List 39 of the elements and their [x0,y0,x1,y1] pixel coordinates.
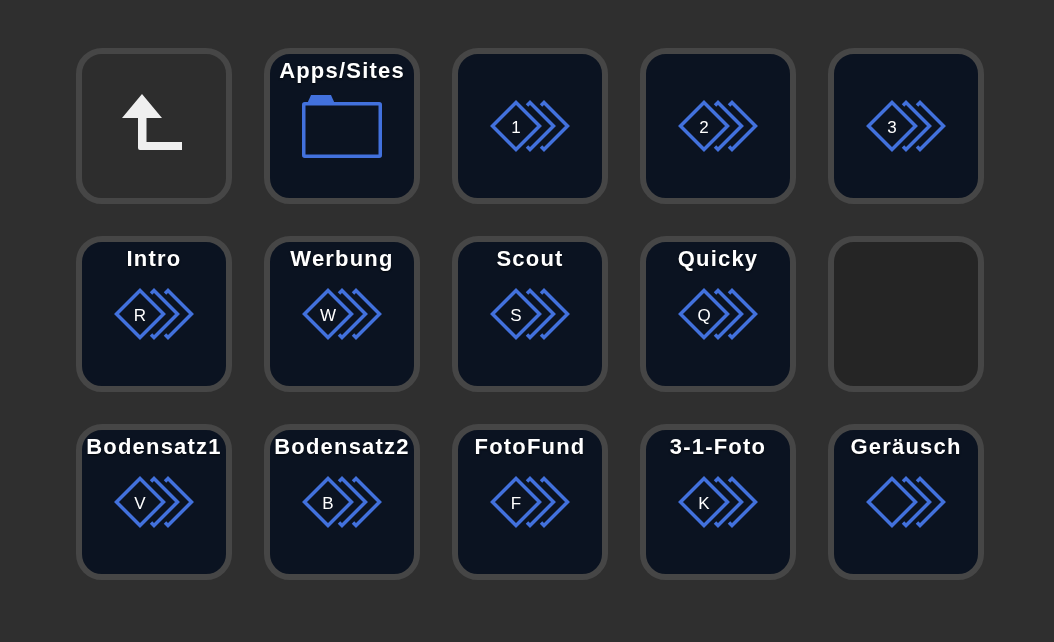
shortcut-letter: 1 [511,117,521,137]
diamond-stack-icon [114,288,194,340]
action-key[interactable]: Geräusch [828,424,984,580]
shortcut-letter: R [133,305,147,325]
shortcut-letter: W [320,305,336,325]
back-button[interactable] [76,48,232,204]
action-key[interactable]: 2 [640,48,796,204]
shortcut-letter: B [322,493,334,513]
action-key[interactable]: FotoFund F [452,424,608,580]
diamond-stack-icon [490,100,570,152]
folder-icon [302,94,382,158]
diamond-stack-icon [866,476,946,528]
corner-up-arrow-icon [122,94,182,150]
action-key[interactable]: 3 [828,48,984,204]
action-key[interactable]: 3-1-Foto K [640,424,796,580]
shortcut-letter: K [698,493,710,513]
diamond-stack-icon [678,476,758,528]
diamond-stack-icon [490,288,570,340]
diamond-stack-icon [866,100,946,152]
shortcut-letter: 2 [699,117,709,137]
shortcut-letter: 3 [887,117,897,137]
diamond-stack-icon [114,476,194,528]
diamond-stack-icon [678,100,758,152]
action-key[interactable]: Werbung W [264,236,420,392]
diamond-stack-icon [490,476,570,528]
action-key[interactable]: Scout S [452,236,608,392]
shortcut-letter: Q [697,305,711,325]
shortcut-letter: F [510,493,522,513]
shortcut-letter: S [510,305,522,325]
action-key[interactable]: 1 [452,48,608,204]
diamond-stack-icon [302,476,382,528]
action-key[interactable]: Bodensatz2 B [264,424,420,580]
shortcut-letter: V [134,493,146,513]
action-key[interactable]: Intro R [76,236,232,392]
diamond-stack-icon [302,288,382,340]
folder-button[interactable]: Apps/Sites [264,48,420,204]
action-key[interactable]: Quicky Q [640,236,796,392]
diamond-stack-icon [678,288,758,340]
action-key[interactable]: Bodensatz1 V [76,424,232,580]
